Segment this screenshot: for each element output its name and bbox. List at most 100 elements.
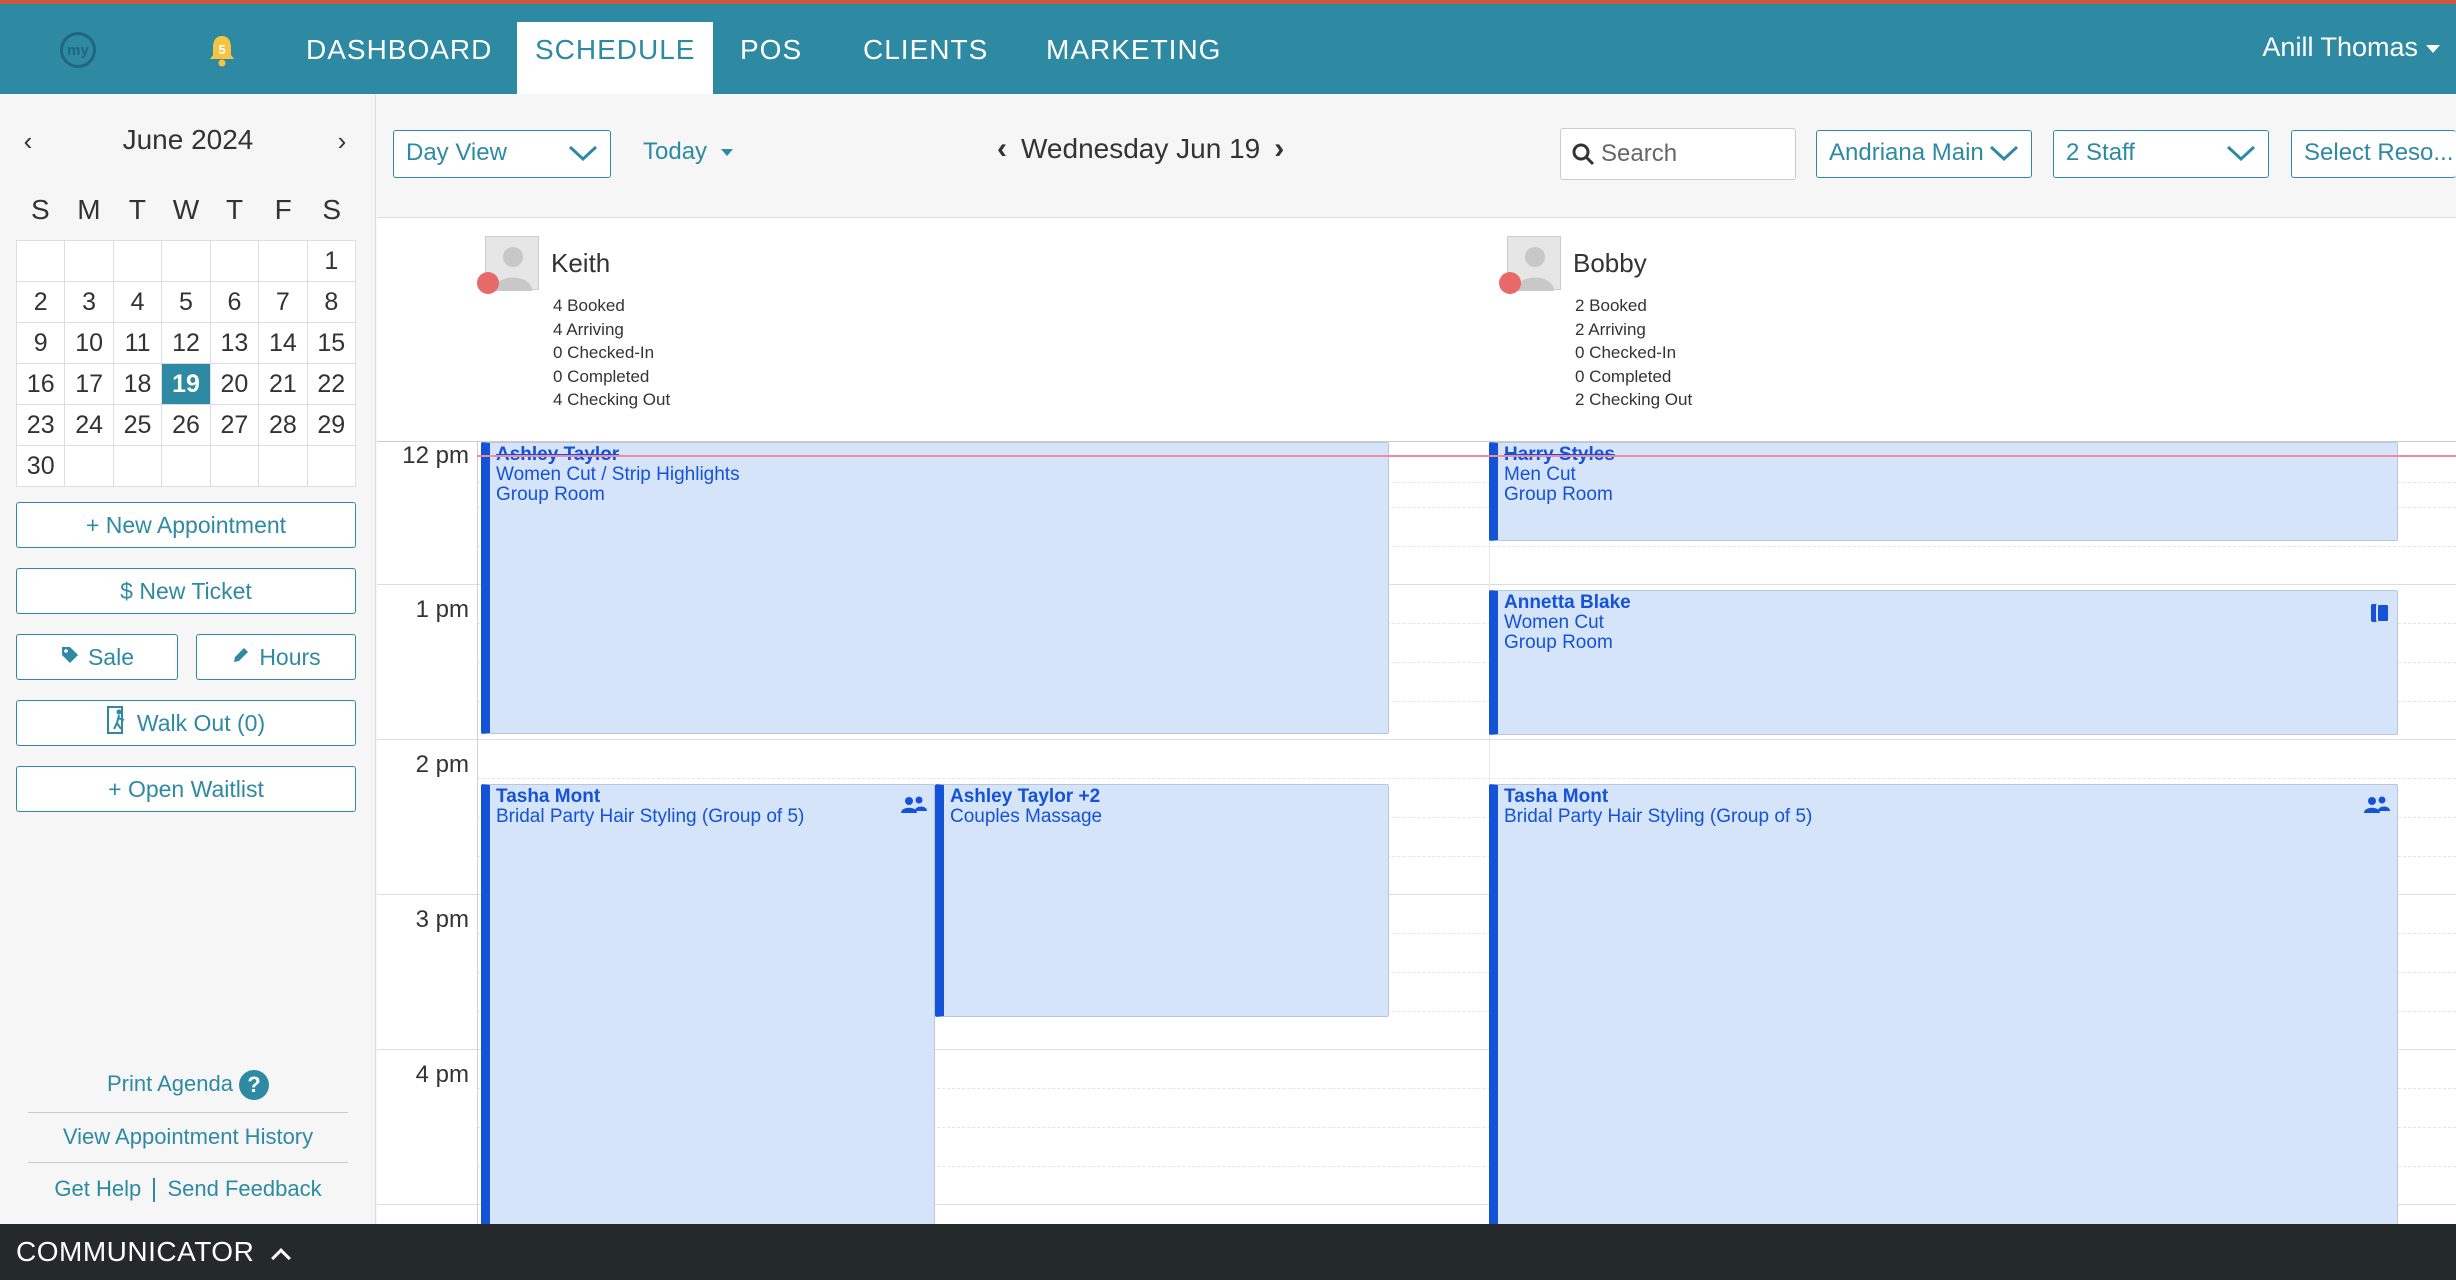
calendar-day[interactable]: 27 — [210, 405, 260, 446]
view-appointment-history-link[interactable]: View Appointment History — [28, 1124, 348, 1150]
resource-select[interactable]: Select Reso... — [2291, 130, 2456, 178]
membership-card-icon — [2369, 601, 2391, 630]
calendar-day[interactable]: 26 — [162, 405, 211, 446]
help-links: Get Help Send Feedback — [28, 1176, 348, 1203]
stat-booked: 2 Booked — [1575, 296, 1647, 315]
appointment-card[interactable]: Tasha Mont Bridal Party Hair Styling (Gr… — [1489, 784, 2398, 1224]
group-icon — [2363, 795, 2391, 820]
calendar-day[interactable]: 29 — [307, 405, 356, 446]
notification-bell-icon[interactable]: 5 — [204, 32, 240, 68]
mini-calendar-header: June 2024 ‹ › — [0, 124, 376, 164]
calendar-empty-cell — [259, 446, 308, 487]
calendar-day[interactable]: 17 — [65, 364, 114, 405]
communicator-bar[interactable]: COMMUNICATOR — [0, 1224, 2456, 1280]
walk-out-icon — [106, 706, 129, 740]
calendar-day[interactable]: 19 — [162, 364, 211, 405]
calendar-day[interactable]: 18 — [113, 364, 163, 405]
appointment-buffer — [481, 712, 490, 734]
stat-arriving: 2 Arriving — [1575, 319, 1646, 339]
calendar-day[interactable]: 1 — [307, 241, 356, 282]
calendar-day[interactable]: 28 — [259, 405, 308, 446]
calendar-day[interactable]: 13 — [210, 323, 260, 364]
stat-completed: 0 Completed — [553, 366, 650, 386]
calendar-day[interactable]: 11 — [113, 323, 163, 364]
status-dot — [1499, 272, 1521, 294]
help-icon[interactable]: ? — [238, 1070, 269, 1100]
appointment-card[interactable]: Harry Styles Men Cut Group Room — [1489, 442, 2398, 541]
status-dot — [477, 272, 499, 294]
appointment-service: Bridal Party Hair Styling (Group of 5) — [1504, 806, 1813, 827]
get-help-link[interactable]: Get Help — [54, 1176, 141, 1201]
new-ticket-button[interactable]: $ New Ticket — [16, 568, 356, 614]
calendar-empty-cell — [113, 446, 163, 487]
appointment-service: Couples Massage — [950, 806, 1103, 827]
appointment-client: Tasha Mont — [1504, 786, 1609, 807]
appointment-card[interactable]: Ashley Taylor Women Cut / Strip Highligh… — [481, 442, 1389, 734]
prev-day-icon[interactable]: ‹ — [997, 132, 1007, 166]
calendar-day[interactable]: 14 — [259, 323, 308, 364]
logo[interactable]: my — [60, 28, 150, 72]
view-select-value: Day View — [406, 139, 507, 166]
nav-marketing[interactable]: MARKETING — [1028, 22, 1239, 96]
calendar-day[interactable]: 20 — [210, 364, 260, 405]
calendar-day[interactable]: 5 — [162, 282, 211, 323]
chevron-down-icon — [2426, 44, 2440, 53]
tag-icon — [60, 644, 80, 671]
walk-out-button[interactable]: Walk Out (0) — [16, 700, 356, 746]
stat-arriving: 4 Arriving — [553, 319, 624, 339]
appointment-card[interactable]: Tasha Mont Bridal Party Hair Styling (Gr… — [481, 784, 935, 1224]
nav-dashboard[interactable]: DASHBOARD — [288, 22, 510, 96]
today-button[interactable]: Today — [643, 138, 734, 166]
calendar-day[interactable]: 22 — [307, 364, 356, 405]
hour-line — [377, 739, 2456, 740]
nav-clients[interactable]: CLIENTS — [845, 22, 1006, 96]
calendar-day[interactable]: 21 — [259, 364, 308, 405]
appointment-card[interactable]: Annetta Blake Women Cut Group Room — [1489, 590, 2398, 735]
slot-line — [477, 778, 2456, 779]
calendar-day[interactable]: 10 — [65, 323, 114, 364]
appointment-service: Men Cut — [1504, 464, 1576, 485]
schedule-grid[interactable]: 12 pm 1 pm 2 pm 3 pm 4 pm Ashley Taylor … — [377, 442, 2456, 1224]
calendar-day[interactable]: 6 — [210, 282, 260, 323]
user-menu[interactable]: Anill Thomas — [2262, 32, 2440, 63]
next-day-icon[interactable]: › — [1274, 132, 1284, 166]
schedule-toolbar: Day View Today ‹ Wednesday Jun 19 › Sear… — [377, 94, 2456, 218]
search-input[interactable]: Search — [1560, 128, 1796, 180]
nav-schedule[interactable]: SCHEDULE — [517, 22, 714, 96]
calendar-day[interactable]: 23 — [17, 405, 66, 446]
chevron-right-icon[interactable]: › — [330, 128, 354, 154]
calendar-day[interactable]: 7 — [259, 282, 308, 323]
new-appointment-button[interactable]: + New Appointment — [16, 502, 356, 548]
calendar-day[interactable]: 8 — [307, 282, 356, 323]
hours-button[interactable]: Hours — [196, 634, 356, 680]
calendar-day[interactable]: 3 — [65, 282, 114, 323]
appointment-room: Group Room — [496, 484, 605, 505]
calendar-day[interactable]: 24 — [65, 405, 114, 446]
print-agenda-link[interactable]: Print Agenda? — [28, 1070, 348, 1100]
open-waitlist-button[interactable]: + Open Waitlist — [16, 766, 356, 812]
communicator-label: COMMUNICATOR — [16, 1236, 255, 1267]
current-time-indicator — [477, 455, 2456, 457]
nav-pos[interactable]: POS — [722, 22, 820, 96]
sale-button[interactable]: Sale — [16, 634, 178, 680]
calendar-day[interactable]: 12 — [162, 323, 211, 364]
calendar-day[interactable]: 16 — [17, 364, 66, 405]
send-feedback-link[interactable]: Send Feedback — [167, 1176, 321, 1201]
appointment-card[interactable]: Ashley Taylor +2 Couples Massage — [935, 784, 1389, 1017]
logo-mark: my — [60, 32, 96, 68]
calendar-day[interactable]: 2 — [17, 282, 66, 323]
print-agenda-label: Print Agenda — [107, 1070, 233, 1096]
location-select[interactable]: Andriana Main — [1816, 130, 2032, 178]
staff-select[interactable]: 2 Staff — [2053, 130, 2269, 178]
calendar-day[interactable]: 4 — [113, 282, 163, 323]
hour-label: 12 pm — [402, 442, 469, 469]
calendar-day[interactable]: 9 — [17, 323, 66, 364]
calendar-day[interactable]: 25 — [113, 405, 163, 446]
hour-label: 3 pm — [415, 906, 469, 933]
calendar-day[interactable]: 15 — [307, 323, 356, 364]
appointment-room: Group Room — [1504, 484, 1613, 505]
view-select[interactable]: Day View — [393, 130, 611, 178]
chevron-left-icon[interactable]: ‹ — [16, 128, 40, 154]
calendar-day[interactable]: 30 — [17, 446, 66, 487]
bell-badge: 5 — [218, 42, 225, 57]
